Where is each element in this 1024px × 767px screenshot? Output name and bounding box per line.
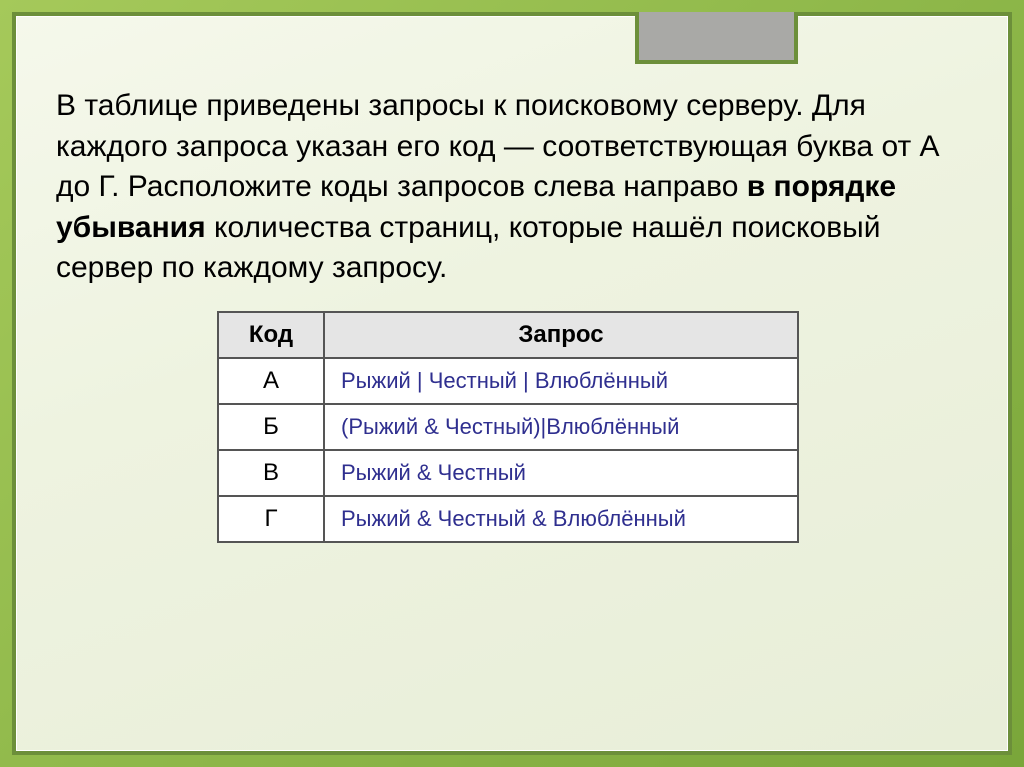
table-row: Б (Рыжий & Честный)|Влюблённый <box>218 404 798 450</box>
cell-code: Г <box>218 496 324 542</box>
table-row: Г Рыжий & Честный & Влюблённый <box>218 496 798 542</box>
header-query: Запрос <box>324 312 798 358</box>
slide-content: В таблице приведены запросы к поисковому… <box>56 86 960 721</box>
header-code: Код <box>218 312 324 358</box>
cell-query: Рыжий | Честный | Влюблённый <box>324 358 798 404</box>
decorative-tab <box>635 12 798 64</box>
cell-query: (Рыжий & Честный)|Влюблённый <box>324 404 798 450</box>
cell-code: А <box>218 358 324 404</box>
cell-code: В <box>218 450 324 496</box>
cell-query: Рыжий & Честный & Влюблённый <box>324 496 798 542</box>
table-row: В Рыжий & Честный <box>218 450 798 496</box>
slide-frame: В таблице приведены запросы к поисковому… <box>12 12 1012 755</box>
task-paragraph: В таблице приведены запросы к поисковому… <box>56 86 960 289</box>
query-table: Код Запрос А Рыжий | Честный | Влюблённы… <box>217 311 799 543</box>
cell-query: Рыжий & Честный <box>324 450 798 496</box>
table-container: Код Запрос А Рыжий | Честный | Влюблённы… <box>56 311 960 543</box>
table-row: А Рыжий | Честный | Влюблённый <box>218 358 798 404</box>
cell-code: Б <box>218 404 324 450</box>
table-header-row: Код Запрос <box>218 312 798 358</box>
